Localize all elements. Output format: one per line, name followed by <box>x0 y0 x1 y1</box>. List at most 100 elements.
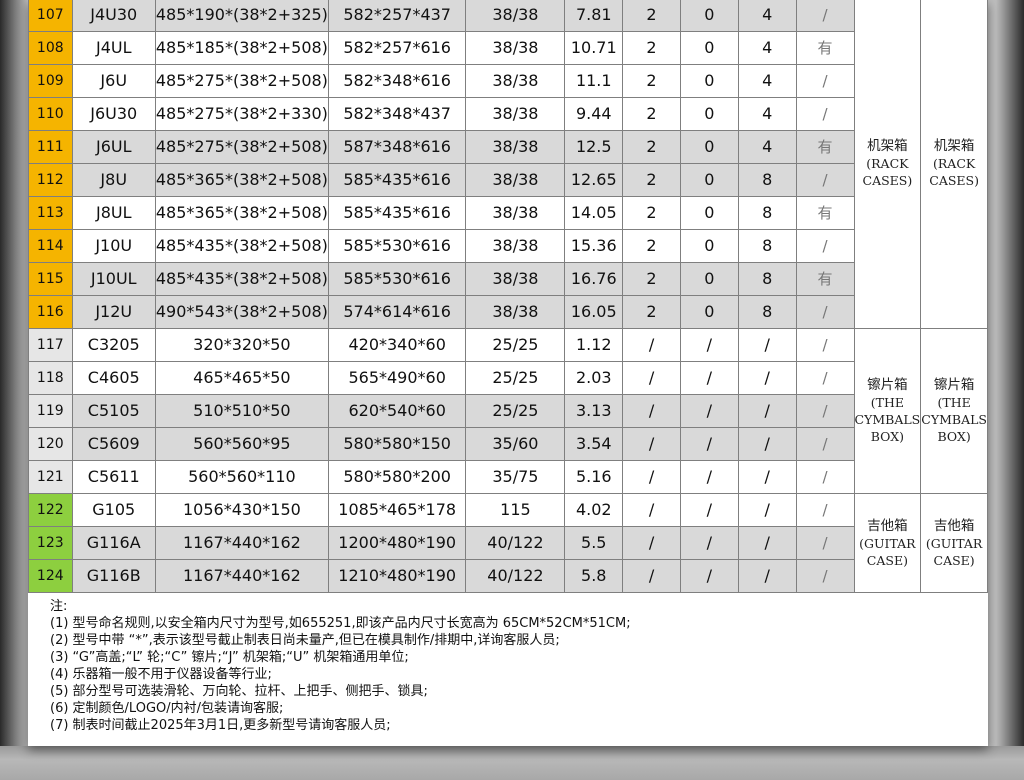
weight-cell: 9.44 <box>564 97 624 131</box>
outer-size-cell: 582*348*616 <box>327 64 467 98</box>
row-number-cell: 108 <box>28 31 73 65</box>
row-number-cell: 124 <box>28 559 73 593</box>
spec-cell-4: / <box>795 295 855 329</box>
table-row: 116 J12U 490*543*(38*2+508) 574*614*616 38/3… <box>28 295 988 329</box>
weight-cell: 5.5 <box>564 526 624 560</box>
thickness-cell: 38/38 <box>465 0 566 32</box>
inner-size-cell: 485*185*(38*2+508) <box>154 31 329 65</box>
table-row: 112 J8U 485*365*(38*2+508) 585*435*616 38/38… <box>28 163 988 197</box>
spec-cell-4: / <box>795 427 855 461</box>
spec-cell-4: / <box>795 0 855 32</box>
spec-cell-1: / <box>622 394 681 428</box>
spec-cell-4: / <box>795 229 855 263</box>
outer-size-cell: 585*435*616 <box>327 163 467 197</box>
category-cell: 吉他箱 (GUITAR CASE) <box>853 493 922 593</box>
table-row: 115 J10UL 485*435*(38*2+508) 585*530*616 38/… <box>28 262 988 296</box>
spec-cell-2: / <box>679 493 739 527</box>
product-spec-table: 107 J4U30 485*190*(38*2+325) 582*257*437 38/… <box>28 0 988 593</box>
table-row: 118 C4605 465*465*50 565*490*60 25/25 2.03// /… <box>28 361 988 395</box>
category-cell: 镲片箱 (THE CYMBALS BOX) <box>920 328 988 494</box>
outer-size-cell: 585*435*616 <box>327 196 467 230</box>
category-label: 吉他箱 <box>867 517 908 534</box>
weight-cell: 16.76 <box>564 262 624 296</box>
inner-size-cell: 485*365*(38*2+508) <box>154 196 329 230</box>
spec-cell-3: 8 <box>737 262 797 296</box>
model-cell: J8UL <box>71 196 156 230</box>
note-line-5: (5) 部分型号可选装滑轮、万向轮、拉杆、上把手、侧把手、锁具; <box>50 684 428 699</box>
spec-cell-1: 2 <box>622 0 681 32</box>
category-label: (GUITAR <box>925 535 983 551</box>
row-number-cell: 118 <box>28 361 73 395</box>
category-label: 吉他箱 <box>933 517 975 534</box>
spec-cell-2: 0 <box>679 64 739 98</box>
spec-cell-2: / <box>679 394 739 428</box>
weight-cell: 3.54 <box>564 427 624 461</box>
model-cell: C5105 <box>71 394 156 428</box>
thickness-cell: 115 <box>465 493 566 527</box>
inner-size-cell: 485*435*(38*2+508) <box>154 262 329 296</box>
inner-size-cell: 485*435*(38*2+508) <box>154 229 329 263</box>
weight-cell: 5.8 <box>564 559 624 593</box>
spec-cell-3: 8 <box>737 229 797 263</box>
row-number-cell: 112 <box>28 163 73 197</box>
weight-cell: 12.5 <box>564 130 624 164</box>
thickness-cell: 38/38 <box>465 163 566 197</box>
spec-cell-3: 4 <box>737 31 797 65</box>
table-row: 110 J6U30 485*275*(38*2+330) 582*348*437 38/… <box>28 97 988 131</box>
category-label: (THE <box>870 395 904 410</box>
thickness-cell: 38/38 <box>465 97 566 131</box>
weight-cell: 2.03 <box>564 361 624 395</box>
model-cell: J6U30 <box>71 97 156 131</box>
thickness-cell: 35/75 <box>465 460 566 494</box>
model-cell: G105 <box>71 493 156 527</box>
spec-cell-3: 8 <box>737 163 797 197</box>
spec-cell-1: / <box>622 493 681 527</box>
thickness-cell: 38/38 <box>465 31 566 65</box>
inner-size-cell: 1056*430*150 <box>154 493 329 527</box>
table-row: 108 J4UL 485*185*(38*2+508) 582*257*616 38/3… <box>28 31 988 65</box>
spec-cell-4: / <box>795 361 855 395</box>
spec-cell-3: 4 <box>737 97 797 131</box>
weight-cell: 15.36 <box>564 229 624 263</box>
row-number-cell: 122 <box>28 493 73 527</box>
table-row: 123 G116A 1167*440*162 1200*480*190 40/122 5.… <box>28 526 988 560</box>
thickness-cell: 40/122 <box>465 526 566 560</box>
weight-cell: 12.65 <box>564 163 624 197</box>
category-label: CASE) <box>933 552 975 568</box>
spec-cell-3: 8 <box>737 196 797 230</box>
spec-cell-2: / <box>679 427 739 461</box>
model-cell: C4605 <box>71 361 156 395</box>
inner-size-cell: 490*543*(38*2+508) <box>154 295 329 329</box>
thickness-cell: 38/38 <box>465 130 566 164</box>
category-label: CASES) <box>862 173 913 188</box>
table-body: 107 J4U30 485*190*(38*2+325) 582*257*437 38/… <box>28 0 988 593</box>
outer-size-cell: 1085*465*178 <box>327 493 467 527</box>
outer-size-cell: 582*348*437 <box>327 97 467 131</box>
table-row: 119 C5105 510*510*50 620*540*60 25/25 3.13// /… <box>28 394 988 428</box>
spec-cell-1: / <box>622 460 681 494</box>
inner-size-cell: 485*365*(38*2+508) <box>154 163 329 197</box>
spec-cell-1: 2 <box>622 229 681 263</box>
spec-cell-4: 有 <box>795 130 855 164</box>
weight-cell: 14.05 <box>564 196 624 230</box>
table-row: 117 C3205 320*320*50 420*340*60 25/25 1.12// /… <box>28 328 988 494</box>
spec-cell-3: / <box>737 328 797 362</box>
inner-size-cell: 485*190*(38*2+325) <box>154 0 329 32</box>
model-cell: J4U30 <box>71 0 156 32</box>
thickness-cell: 25/25 <box>465 328 566 362</box>
inner-size-cell: 465*465*50 <box>154 361 329 395</box>
category-label: 镲片箱 <box>867 377 908 393</box>
inner-size-cell: 485*275*(38*2+508) <box>154 64 329 98</box>
inner-size-cell: 510*510*50 <box>154 394 329 428</box>
table-row: 113 J8UL 485*365*(38*2+508) 585*435*616 38/3… <box>28 196 988 230</box>
model-cell: C5611 <box>71 460 156 494</box>
weight-cell: 11.1 <box>564 64 624 98</box>
spec-cell-4: 有 <box>795 262 855 296</box>
model-cell: J4UL <box>71 31 156 65</box>
spec-cell-3: / <box>737 427 797 461</box>
outer-size-cell: 580*580*150 <box>327 427 467 461</box>
spec-cell-1: / <box>622 328 681 362</box>
page-bottom-shadow <box>0 746 1024 780</box>
spec-cell-3: / <box>737 460 797 494</box>
spec-cell-2: 0 <box>679 163 739 197</box>
